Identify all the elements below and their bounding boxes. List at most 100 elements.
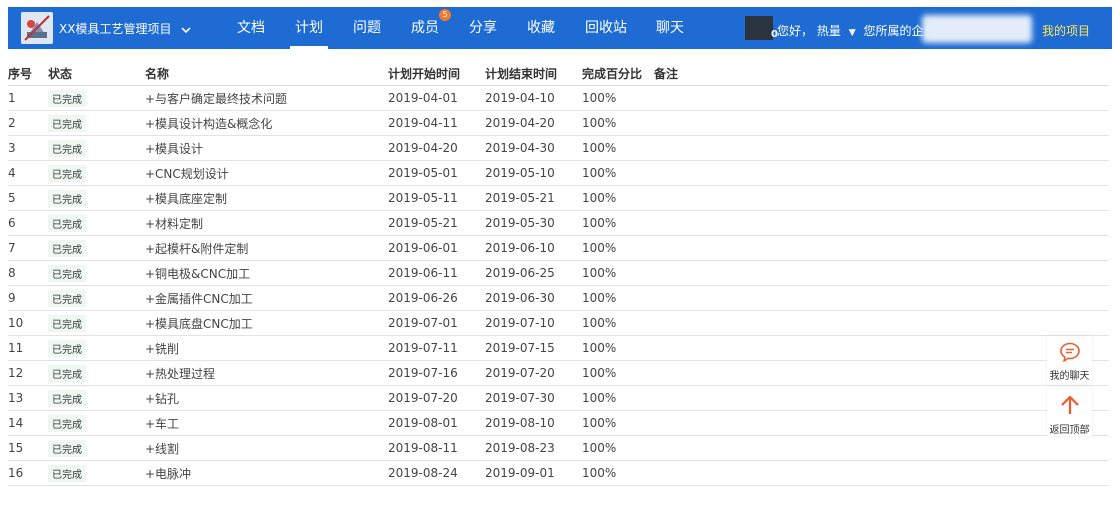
project-switcher[interactable]: XX模具工艺管理项目 bbox=[59, 20, 191, 37]
tab-chat[interactable]: 聊天 bbox=[653, 7, 687, 49]
row-number: 1 bbox=[8, 91, 16, 105]
tab-plan[interactable]: 计划 bbox=[290, 7, 328, 49]
status-badge-cell: 已完成 bbox=[48, 85, 145, 111]
task-name[interactable]: +模具底座定制 bbox=[145, 192, 227, 206]
tab-recycle-bin[interactable]: 回收站 bbox=[582, 7, 630, 49]
back-to-top-label: 返回顶部 bbox=[1049, 425, 1090, 436]
tab-issues[interactable]: 问题 bbox=[350, 7, 384, 49]
task-name[interactable]: +与客户确定最终技术问题 bbox=[145, 92, 287, 106]
task-name[interactable]: +电脉冲 bbox=[145, 467, 191, 481]
column-header-end[interactable]: 计划结束时间 bbox=[485, 61, 582, 86]
table-row[interactable]: 9 已完成 +金属插件CNC加工 2019-06-26 2019-06-30 100% bbox=[8, 285, 1109, 311]
tab-docs[interactable]: 文档 bbox=[234, 7, 268, 49]
table-row[interactable]: 6 已完成 +材料定制 2019-05-21 2019-05-30 100% bbox=[8, 210, 1109, 236]
task-name[interactable]: +铣削 bbox=[145, 342, 179, 356]
task-name[interactable]: +起模杆&附件定制 bbox=[145, 242, 248, 256]
column-header-percent[interactable]: 完成百分比 bbox=[582, 61, 654, 86]
task-name-cell: +CNC规划设计 bbox=[145, 160, 388, 186]
start-date: 2019-08-01 bbox=[388, 416, 458, 430]
status-badge: 已完成 bbox=[48, 389, 86, 407]
row-number-cell: 5 bbox=[8, 185, 48, 211]
end-date-cell: 2019-07-15 bbox=[485, 335, 582, 361]
row-number: 8 bbox=[8, 266, 16, 280]
task-name[interactable]: +材料定制 bbox=[145, 217, 203, 231]
user-menu[interactable]: 您好， 热量 ▼ 您所属的企业 bbox=[777, 22, 935, 39]
completion-percent-cell: 100% bbox=[582, 360, 654, 386]
table-row[interactable]: 4 已完成 +CNC规划设计 2019-05-01 2019-05-10 100% bbox=[8, 160, 1109, 186]
completion-percent-cell: 100% bbox=[582, 460, 654, 486]
table-row[interactable]: 5 已完成 +模具底座定制 2019-05-11 2019-05-21 100% bbox=[8, 185, 1109, 211]
column-header-no[interactable]: 序号 bbox=[8, 61, 48, 86]
my-projects-link[interactable]: 我的项目 bbox=[1042, 22, 1090, 39]
completion-percent: 100% bbox=[582, 266, 617, 280]
column-header-status[interactable]: 状态 bbox=[48, 61, 145, 86]
task-name-cell: +与客户确定最终技术问题 bbox=[145, 85, 388, 111]
project-logo[interactable] bbox=[21, 12, 53, 44]
task-name[interactable]: +金属插件CNC加工 bbox=[145, 292, 253, 306]
chat-bubble-icon bbox=[1047, 342, 1092, 365]
row-number: 5 bbox=[8, 191, 16, 205]
end-date-cell: 2019-07-30 bbox=[485, 385, 582, 411]
tab-share-label: 分享 bbox=[469, 20, 497, 36]
row-number: 3 bbox=[8, 141, 16, 155]
remarks-cell bbox=[654, 335, 1109, 361]
completion-percent: 100% bbox=[582, 466, 617, 480]
task-name-cell: +金属插件CNC加工 bbox=[145, 285, 388, 311]
tab-members-label: 成员 bbox=[411, 20, 439, 36]
task-name[interactable]: +铜电极&CNC加工 bbox=[145, 267, 250, 281]
remarks-cell bbox=[654, 110, 1109, 136]
start-date-cell: 2019-06-26 bbox=[388, 285, 485, 311]
table-row[interactable]: 10 已完成 +模具底盘CNC加工 2019-07-01 2019-07-10 100% bbox=[8, 310, 1109, 336]
back-to-top-button[interactable]: 返回顶部 bbox=[1047, 388, 1092, 436]
status-badge: 已完成 bbox=[48, 89, 86, 107]
column-header-name[interactable]: 名称 bbox=[145, 61, 388, 86]
avatar[interactable]: 0 bbox=[745, 16, 778, 40]
table-row[interactable]: 16 已完成 +电脉冲 2019-08-24 2019-09-01 100% bbox=[8, 460, 1109, 486]
table-row[interactable]: 13 已完成 +钻孔 2019-07-20 2019-07-30 100% bbox=[8, 385, 1109, 411]
table-row[interactable]: 11 已完成 +铣削 2019-07-11 2019-07-15 100% bbox=[8, 335, 1109, 361]
task-name[interactable]: +模具设计构造&概念化 bbox=[145, 117, 272, 131]
column-header-start[interactable]: 计划开始时间 bbox=[388, 61, 485, 86]
tab-members[interactable]: 成员 bbox=[408, 7, 442, 49]
end-date-cell: 2019-04-10 bbox=[485, 85, 582, 111]
project-name: XX模具工艺管理项目 bbox=[59, 22, 172, 36]
table-row[interactable]: 15 已完成 +线割 2019-08-11 2019-08-23 100% bbox=[8, 435, 1109, 461]
start-date-cell: 2019-04-20 bbox=[388, 135, 485, 161]
completion-percent-cell: 100% bbox=[582, 260, 654, 286]
end-date: 2019-05-30 bbox=[485, 216, 555, 230]
task-name[interactable]: +热处理过程 bbox=[145, 367, 215, 381]
remarks-cell bbox=[654, 360, 1109, 386]
end-date-cell: 2019-08-10 bbox=[485, 410, 582, 436]
task-name[interactable]: +模具设计 bbox=[145, 142, 203, 156]
table-row[interactable]: 12 已完成 +热处理过程 2019-07-16 2019-07-20 100% bbox=[8, 360, 1109, 386]
completion-percent-cell: 100% bbox=[582, 85, 654, 111]
remarks-cell bbox=[654, 310, 1109, 336]
completion-percent: 100% bbox=[582, 116, 617, 130]
table-row[interactable]: 1 已完成 +与客户确定最终技术问题 2019-04-01 2019-04-10 100% bbox=[8, 85, 1109, 111]
task-name[interactable]: +线割 bbox=[145, 442, 179, 456]
table-row[interactable]: 7 已完成 +起模杆&附件定制 2019-06-01 2019-06-10 100% bbox=[8, 235, 1109, 261]
table-row[interactable]: 3 已完成 +模具设计 2019-04-20 2019-04-30 100% bbox=[8, 135, 1109, 161]
end-date: 2019-04-20 bbox=[485, 116, 555, 130]
table-row[interactable]: 8 已完成 +铜电极&CNC加工 2019-06-11 2019-06-25 100% bbox=[8, 260, 1109, 286]
column-header-remarks[interactable]: 备注 bbox=[654, 61, 1109, 86]
tab-share[interactable]: 分享 bbox=[466, 7, 500, 49]
my-chat-button[interactable]: 我的聊天 bbox=[1047, 336, 1092, 384]
task-name[interactable]: +钻孔 bbox=[145, 392, 179, 406]
task-name[interactable]: +模具底盘CNC加工 bbox=[145, 317, 253, 331]
status-badge: 已完成 bbox=[48, 339, 86, 357]
my-chat-label: 我的聊天 bbox=[1049, 371, 1090, 382]
table-row[interactable]: 2 已完成 +模具设计构造&概念化 2019-04-11 2019-04-20 100% bbox=[8, 110, 1109, 136]
end-date: 2019-06-25 bbox=[485, 266, 555, 280]
status-badge-cell: 已完成 bbox=[48, 185, 145, 211]
row-number: 9 bbox=[8, 291, 16, 305]
end-date: 2019-05-21 bbox=[485, 191, 555, 205]
row-number: 6 bbox=[8, 216, 16, 230]
task-name[interactable]: +车工 bbox=[145, 417, 179, 431]
tab-favorites[interactable]: 收藏 bbox=[524, 7, 558, 49]
end-date-cell: 2019-04-30 bbox=[485, 135, 582, 161]
end-date-cell: 2019-07-10 bbox=[485, 310, 582, 336]
task-name[interactable]: +CNC规划设计 bbox=[145, 167, 229, 181]
table-row[interactable]: 14 已完成 +车工 2019-08-01 2019-08-10 100% bbox=[8, 410, 1109, 436]
end-date-cell: 2019-06-30 bbox=[485, 285, 582, 311]
